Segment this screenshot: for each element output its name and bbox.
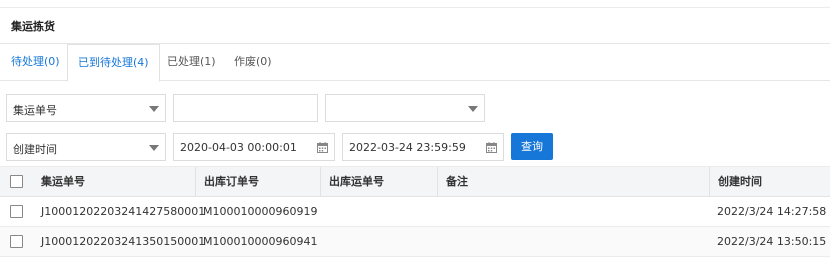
date-end-input[interactable]: 2022-03-24 23:59:59 — [342, 133, 504, 161]
column-header-consolidation-no[interactable]: 集运单号 — [33, 167, 85, 197]
column-header-order-no[interactable]: 出库订单号 — [195, 167, 259, 197]
table-row[interactable]: J10001202203241427580001 M10001000096091… — [0, 197, 830, 227]
chevron-down-icon — [149, 106, 159, 112]
search-field-select[interactable]: 集运单号 — [6, 94, 166, 122]
chevron-down-icon — [468, 106, 478, 112]
tab-voided[interactable]: 作废(0) — [234, 44, 272, 81]
page-title: 集运拣货 — [11, 20, 55, 33]
column-header-created-time[interactable]: 创建时间 — [709, 167, 762, 197]
consolidation-no-cell: J10001202203241350150001 — [41, 235, 206, 248]
remark-cell — [437, 227, 445, 257]
filter-panel: 集运单号 创建时间 2020-04-03 00:00:01 2022-03-24… — [0, 81, 830, 167]
created-time-cell: 2022/3/24 13:50:15 — [717, 235, 827, 248]
date-start-value: 2020-04-03 00:00:01 — [180, 141, 297, 154]
waybill-no-cell — [320, 197, 328, 227]
row-checkbox[interactable] — [10, 205, 23, 218]
tab-arrived-pending[interactable]: 已到待处理(4) — [67, 44, 160, 82]
search-input[interactable] — [173, 94, 318, 122]
tab-processed[interactable]: 已处理(1) — [167, 44, 216, 81]
table-header: 集运单号 出库订单号 出库运单号 备注 创建时间 — [0, 167, 830, 197]
tab-pending[interactable]: 待处理(0) — [11, 44, 60, 81]
order-no-cell: M100010000960941 — [203, 235, 318, 248]
column-header-waybill-no[interactable]: 出库运单号 — [320, 167, 384, 197]
search-field-select-value: 集运单号 — [13, 104, 57, 117]
select-all-checkbox[interactable] — [10, 175, 23, 188]
order-no-cell: M100010000960919 — [203, 205, 318, 218]
calendar-icon — [317, 142, 328, 153]
row-checkbox[interactable] — [10, 235, 23, 248]
status-tabs: 待处理(0) 已到待处理(4) 已处理(1) 作废(0) — [0, 44, 830, 82]
calendar-icon — [486, 142, 497, 153]
chevron-down-icon — [149, 145, 159, 151]
created-time-cell: 2022/3/24 14:27:58 — [717, 205, 827, 218]
consolidation-no-cell: J10001202203241427580001 — [41, 205, 206, 218]
query-button[interactable]: 查询 — [511, 133, 553, 160]
extra-filter-select[interactable] — [325, 94, 485, 122]
page-title-bar: 集运拣货 — [0, 7, 830, 44]
column-header-remark[interactable]: 备注 — [437, 167, 468, 197]
remark-cell — [437, 197, 445, 227]
date-start-input[interactable]: 2020-04-03 00:00:01 — [173, 133, 335, 161]
date-end-value: 2022-03-24 23:59:59 — [349, 141, 466, 154]
date-field-select-value: 创建时间 — [13, 143, 57, 156]
date-field-select[interactable]: 创建时间 — [6, 133, 166, 161]
waybill-no-cell — [320, 227, 328, 257]
table-row[interactable]: J10001202203241350150001 M10001000096094… — [0, 227, 830, 257]
